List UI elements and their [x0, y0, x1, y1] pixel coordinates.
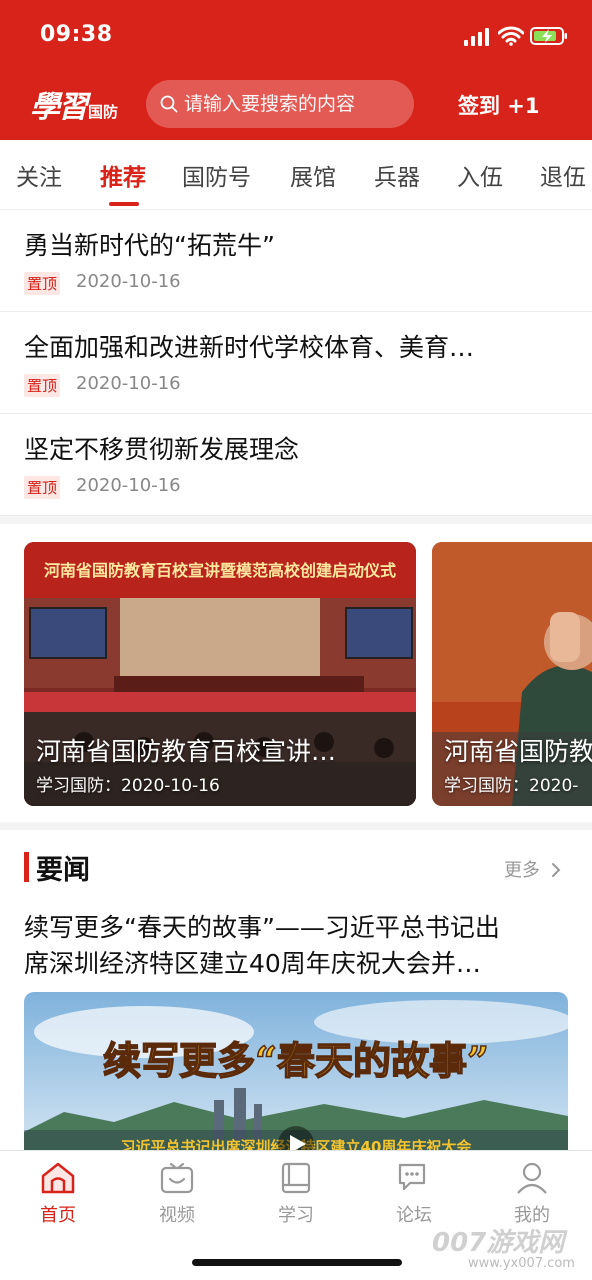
category-tabs: 关注 推荐 国防号 展馆 兵器 入伍 退伍	[0, 140, 592, 210]
carousel-slide[interactable]: 河南省国防教育百校宣讲暨模范高校创建启动仪式 河南省国防教育百校宣讲… 学习国防…	[24, 542, 416, 806]
wifi-icon	[498, 26, 524, 46]
pinned-badge: 置顶	[24, 476, 61, 499]
list-item[interactable]: 勇当新时代的“拓荒牛” 置顶 2020-10-16	[0, 210, 592, 312]
article-title: 坚定不移贯彻新发展理念	[24, 435, 300, 464]
slide-title: 河南省国防教	[444, 737, 592, 766]
nav-label: 视频	[159, 1205, 195, 1226]
section-accent-bar	[24, 852, 29, 882]
search-icon	[160, 95, 178, 113]
forum-icon	[398, 1163, 426, 1191]
user-icon	[517, 1162, 547, 1194]
search-bar[interactable]	[146, 80, 414, 128]
search-input[interactable]	[184, 93, 404, 115]
tab-follow[interactable]: 关注	[16, 158, 62, 192]
nav-study[interactable]: 学习	[256, 1161, 336, 1227]
app-header: 09:38 學習国防 签到 +1	[0, 0, 592, 140]
nav-video[interactable]: 视频	[137, 1161, 217, 1227]
banner-title-text: 续写更多“春天的故事”	[103, 1038, 489, 1083]
nav-label: 首页	[40, 1205, 76, 1226]
pinned-badge: 置顶	[24, 272, 61, 295]
nav-label: 学习	[278, 1205, 314, 1226]
featured-carousel[interactable]: 河南省国防教育百校宣讲暨模范高校创建启动仪式 河南省国防教育百校宣讲… 学习国防…	[0, 524, 592, 822]
book-icon	[281, 1162, 311, 1194]
section-title: 要闻	[36, 855, 90, 886]
watermark-url: www.yx007.com	[468, 1256, 575, 1271]
battery-charging-icon	[530, 27, 567, 45]
carousel-slide[interactable]: 河南省国防教 学习国防：2020-	[432, 542, 592, 806]
video-icon	[160, 1162, 194, 1194]
slide-meta: 学习国防：2020-	[444, 776, 579, 796]
logo-sub-text: 国防	[88, 103, 119, 121]
slide-banner-text: 河南省国防教育百校宣讲暨模范高校创建启动仪式	[44, 561, 396, 580]
nav-me[interactable]: 我的	[492, 1161, 572, 1227]
tab-exhibition[interactable]: 展馆	[290, 158, 336, 192]
status-bar: 09:38	[0, 20, 592, 56]
chevron-right-icon	[551, 863, 561, 877]
nav-home[interactable]: 首页	[18, 1161, 98, 1227]
more-label: 更多	[504, 860, 540, 881]
status-time: 09:38	[40, 22, 113, 47]
home-indicator[interactable]	[192, 1259, 402, 1266]
cellular-signal-icon	[464, 28, 489, 46]
tab-enlist[interactable]: 入伍	[457, 158, 503, 192]
tab-defense-accounts[interactable]: 国防号	[182, 158, 251, 192]
article-date: 2020-10-16	[76, 271, 181, 292]
tab-veterans[interactable]: 退伍	[540, 158, 586, 192]
tab-recommend[interactable]: 推荐	[100, 158, 146, 192]
list-item[interactable]: 坚定不移贯彻新发展理念 置顶 2020-10-16	[0, 414, 592, 516]
watermark-text: 007游戏网	[432, 1228, 565, 1258]
article-title: 勇当新时代的“拓荒牛”	[24, 231, 275, 260]
signin-button[interactable]: 签到 +1	[458, 90, 540, 120]
slide-meta: 学习国防：2020-10-16	[36, 776, 220, 796]
article-title: 全面加强和改进新时代学校体育、美育…	[24, 333, 475, 362]
tab-weapons[interactable]: 兵器	[374, 158, 420, 192]
active-tab-indicator	[109, 202, 139, 206]
nav-forum[interactable]: 论坛	[374, 1161, 454, 1227]
pinned-list: 勇当新时代的“拓荒牛” 置顶 2020-10-16 全面加强和改进新时代学校体育…	[0, 210, 592, 516]
pinned-badge: 置顶	[24, 374, 61, 397]
news-headline[interactable]: 续写更多“春天的故事”——习近平总书记出 席深圳经济特区建立40周年庆祝大会并…	[24, 910, 572, 982]
headline-line-1: 续写更多“春天的故事”——习近平总书记出	[24, 913, 500, 942]
headline-line-2: 席深圳经济特区建立40周年庆祝大会并…	[24, 949, 481, 978]
more-link[interactable]: 更多	[504, 856, 562, 882]
article-date: 2020-10-16	[76, 475, 181, 496]
slide-title: 河南省国防教育百校宣讲…	[36, 737, 337, 766]
list-item[interactable]: 全面加强和改进新时代学校体育、美育… 置顶 2020-10-16	[0, 312, 592, 414]
home-icon	[41, 1162, 75, 1194]
news-banner-image[interactable]: 续写更多“春天的故事” 习近平总书记出席深圳经济特区建立40周年庆祝大会	[24, 992, 568, 1150]
article-date: 2020-10-16	[76, 373, 181, 394]
app-logo: 學習 国防	[30, 82, 118, 126]
logo-main-text: 學習	[30, 90, 88, 125]
important-news-section: 要闻 更多 续写更多“春天的故事”——习近平总书记出 席深圳经济特区建立40周年…	[0, 830, 592, 1150]
